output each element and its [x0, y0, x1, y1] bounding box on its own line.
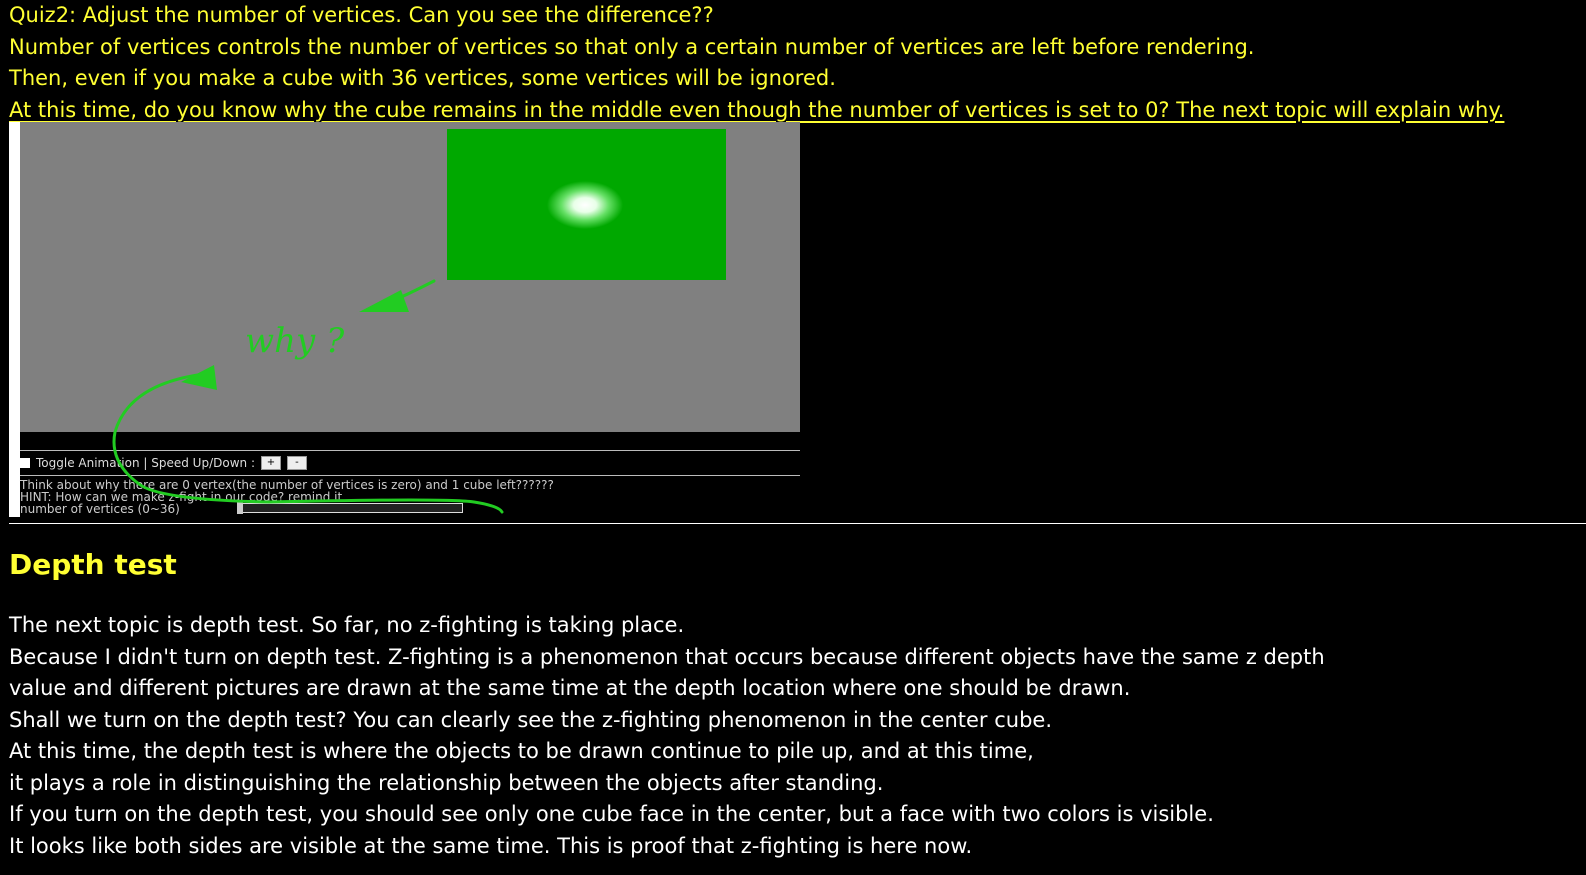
toggle-animation-checkbox[interactable]: [20, 458, 30, 468]
body-line: If you turn on the depth test, you shoul…: [9, 802, 1214, 826]
animation-controls: Toggle Animation | Speed Up/Down : + -: [20, 455, 307, 471]
body-line: Shall we turn on the depth test? You can…: [9, 707, 1053, 732]
demo-screenshot: Toggle Animation | Speed Up/Down : + - T…: [9, 122, 800, 517]
speed-down-button[interactable]: -: [286, 456, 307, 470]
quiz-title: Quiz2: Adjust the number of vertices. Ca…: [9, 3, 714, 27]
slider-thumb[interactable]: [237, 502, 243, 514]
body-line: At this time, the depth test is where th…: [9, 739, 1034, 763]
body-line: value and different pictures are drawn a…: [9, 676, 1131, 700]
webgl-canvas: [20, 122, 800, 432]
section-body: The next topic is depth test. So far, no…: [9, 610, 1579, 862]
divider: [20, 450, 800, 451]
body-line: The next topic is depth test. So far, no…: [9, 613, 685, 637]
speed-up-button[interactable]: +: [260, 456, 281, 470]
quiz-line: Then, even if you make a cube with 36 ve…: [9, 66, 836, 90]
section-heading: Depth test: [9, 548, 177, 581]
section-divider: [9, 523, 1586, 524]
center-cube: [447, 129, 726, 280]
divider: [20, 475, 800, 476]
toggle-animation-label: Toggle Animation | Speed Up/Down :: [36, 456, 255, 470]
vertices-slider[interactable]: [237, 502, 463, 514]
body-line: Because I didn't turn on depth test. Z-f…: [9, 644, 1325, 669]
quiz-text: Quiz2: Adjust the number of vertices. Ca…: [9, 0, 1584, 126]
slider-label: number of vertices (0~36): [20, 502, 180, 516]
quiz-line: Number of vertices controls the number o…: [9, 34, 1255, 59]
body-line: it plays a role in distinguishing the re…: [9, 770, 884, 795]
body-line: It looks like both sides are visible at …: [9, 833, 973, 858]
